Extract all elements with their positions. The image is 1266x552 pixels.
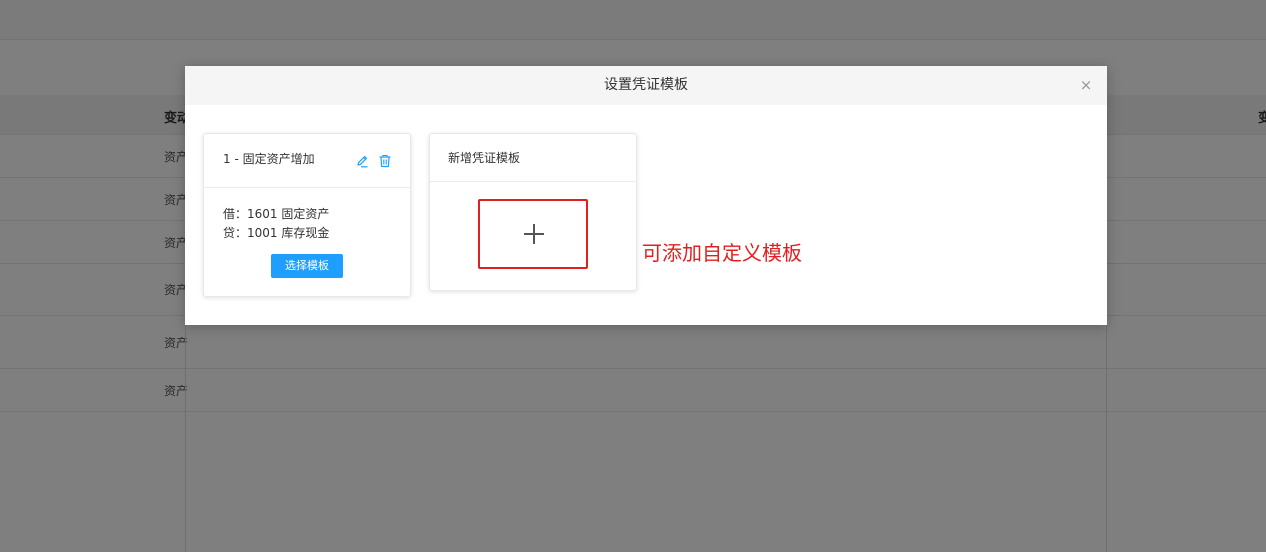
dialog-header: 设置凭证模板 ×	[185, 66, 1107, 105]
new-template-card-header: 新增凭证模板	[430, 134, 636, 182]
template-card-header: 1 - 固定资产增加	[204, 134, 410, 188]
template-card-title: 1 - 固定资产增加	[223, 152, 315, 166]
voucher-template-dialog: 设置凭证模板 × 1 - 固定资产增加 借：1601 固定资产 贷：1001 库…	[185, 66, 1107, 325]
new-template-card: 新增凭证模板	[429, 133, 637, 291]
select-template-button[interactable]: 选择模板	[271, 254, 343, 278]
add-template-button[interactable]	[478, 199, 588, 269]
dialog-title: 设置凭证模板	[604, 77, 688, 93]
credit-entry: 贷：1001 库存现金	[223, 226, 330, 240]
new-template-card-title: 新增凭证模板	[448, 151, 521, 165]
close-icon[interactable]: ×	[1078, 77, 1094, 93]
edit-icon[interactable]	[355, 153, 369, 168]
debit-entry: 借：1601 固定资产	[223, 207, 330, 221]
delete-icon[interactable]	[378, 153, 392, 168]
template-card: 1 - 固定资产增加 借：1601 固定资产 贷：1001 库存现金 选择模板	[203, 133, 411, 297]
annotation-text: 可添加自定义模板	[642, 241, 802, 265]
